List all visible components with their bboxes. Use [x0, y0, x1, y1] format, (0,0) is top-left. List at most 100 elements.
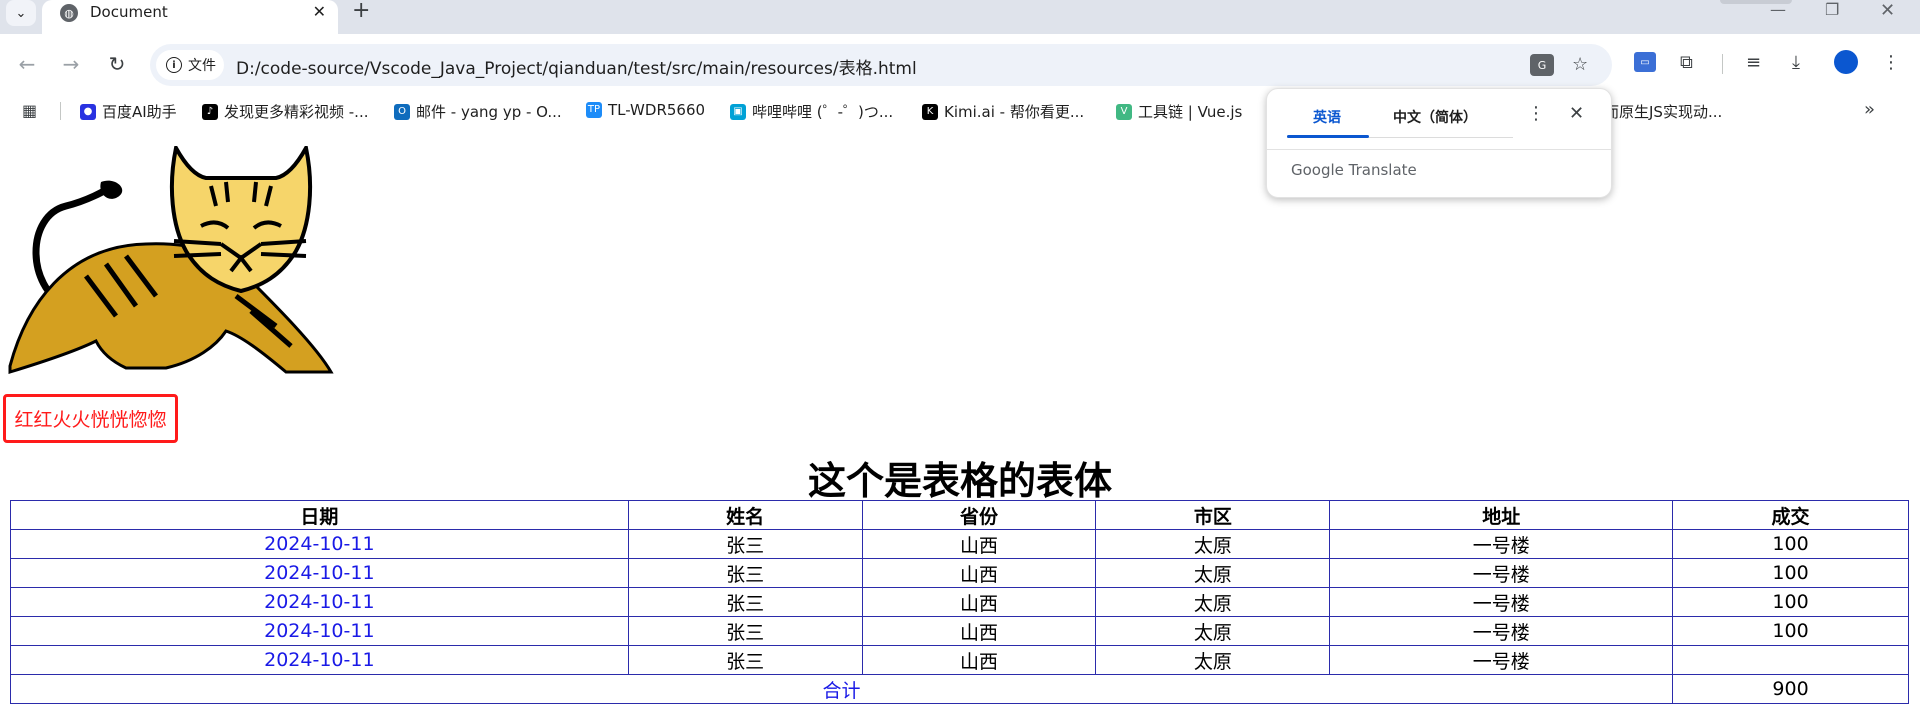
download-icon[interactable]: ⤓: [1792, 52, 1800, 73]
table-cell-name: 张三: [627, 616, 863, 646]
tp-link-icon: TP: [586, 102, 602, 118]
table-cell-province: 山西: [861, 645, 1097, 675]
tab-strip: ⌄ ◍ Document ✕ + — ❐ ✕: [0, 0, 1920, 34]
table-cell-city: 太原: [1095, 587, 1331, 617]
back-icon[interactable]: ←: [14, 52, 40, 76]
table-cell-address: 一号楼: [1329, 616, 1674, 646]
table-cell-deal: [1672, 645, 1909, 675]
column-header-province: 省份: [861, 500, 1097, 530]
bilibili-icon: ▣: [730, 103, 746, 120]
table-cell-deal: 100: [1672, 616, 1909, 646]
page-content: 红红火火恍恍惚惚 这个是表格的表体 日期 姓名 省份 市区 地址 成交 2024…: [0, 126, 1920, 717]
site-info-chip[interactable]: i 文件: [156, 50, 224, 80]
outlook-icon: O: [394, 103, 410, 120]
bookmark-label: 发现更多精彩视频 -...: [224, 103, 369, 121]
table-cell-city: 太原: [1095, 645, 1331, 675]
bookmark-label: 哔哩哔哩 (゜-゜)つ...: [752, 103, 894, 121]
close-icon[interactable]: ✕: [1569, 103, 1584, 124]
translate-tab-target[interactable]: 中文（简体）: [1393, 107, 1477, 127]
tab-title: Document: [90, 3, 168, 21]
translate-tab-indicator: [1287, 135, 1369, 138]
bookmark-baidu-ai[interactable]: ● 百度AI助手: [80, 101, 177, 122]
minimize-icon[interactable]: —: [1770, 0, 1786, 19]
restore-icon[interactable]: ❐: [1825, 0, 1839, 19]
bookmark-label: TL-WDR5660: [608, 101, 706, 119]
reload-icon[interactable]: ↻: [104, 52, 130, 76]
bookmarks-divider: [60, 102, 61, 120]
bookmark-bilibili[interactable]: ▣ 哔哩哔哩 (゜-゜)つ...: [730, 101, 893, 122]
url-text[interactable]: D:/code-source/Vscode_Java_Project/qiand…: [236, 54, 917, 79]
bookmark-tplink[interactable]: TP TL-WDR5660: [586, 101, 705, 119]
translate-tab-source[interactable]: 英语: [1313, 107, 1341, 127]
table-row: 2024-10-11 张三 山西 太原 一号楼 100: [10, 616, 1909, 646]
table-cell-date: 2024-10-11: [10, 558, 629, 588]
bookmarks-bar: ▦ ● 百度AI助手 ♪ 发现更多精彩视频 -... O 邮件 - yang yp -…: [0, 96, 1920, 126]
apps-grid-icon[interactable]: ▦: [22, 101, 37, 120]
column-header-date: 日期: [10, 500, 629, 530]
table-cell-province: 山西: [861, 558, 1097, 588]
tab-close-button[interactable]: ✕: [313, 2, 326, 21]
bookmark-vue[interactable]: V 工具链 | Vue.js: [1116, 101, 1242, 122]
table-cell-province: 山西: [861, 529, 1097, 559]
table-cell-date: 2024-10-11: [10, 529, 629, 559]
table-cell-name: 张三: [627, 645, 863, 675]
table-cell-province: 山西: [861, 587, 1097, 617]
table-cell-name: 张三: [627, 558, 863, 588]
table-row: 2024-10-11 张三 山西 太原 一号楼 100: [10, 558, 1909, 588]
extension-icon[interactable]: ▭: [1634, 52, 1656, 72]
table-row: 2024-10-11 张三 山西 太原 一号楼 100: [10, 587, 1909, 617]
column-header-address: 地址: [1329, 500, 1674, 530]
puzzle-icon[interactable]: ⧉: [1680, 52, 1693, 73]
table-cell-deal: 100: [1672, 558, 1909, 588]
table-cell-date: 2024-10-11: [10, 645, 629, 675]
table-cell-date: 2024-10-11: [10, 587, 629, 617]
window-close-icon[interactable]: ✕: [1880, 0, 1895, 21]
more-options-icon[interactable]: ⋮: [1527, 103, 1545, 124]
site-chip-label: 文件: [188, 58, 216, 74]
column-header-deal: 成交: [1672, 500, 1909, 530]
translate-popup: 英语 中文（简体） ⋮ ✕ Google Translate: [1266, 88, 1613, 198]
table-cell-address: 一号楼: [1329, 529, 1674, 559]
highlight-text: 红红火火恍恍惚惚: [14, 409, 167, 431]
table-cell-city: 太原: [1095, 558, 1331, 588]
bookmark-label: Kimi.ai - 帮你看更...: [944, 103, 1085, 121]
translate-icon[interactable]: G: [1530, 54, 1554, 76]
bookmark-kimi[interactable]: K Kimi.ai - 帮你看更...: [922, 101, 1084, 122]
address-bar[interactable]: i 文件 D:/code-source/Vscode_Java_Project/…: [150, 44, 1612, 86]
bookmark-label: 而原生JS实现动...: [1604, 103, 1723, 121]
column-header-name: 姓名: [627, 500, 863, 530]
bookmark-outlook[interactable]: O 邮件 - yang yp - O...: [394, 101, 562, 122]
bookmark-star-icon[interactable]: ☆: [1572, 54, 1588, 75]
forward-icon[interactable]: →: [58, 52, 84, 76]
info-icon: i: [166, 57, 182, 73]
table-row: 2024-10-11 张三 山西 太原 一号楼 100: [10, 529, 1909, 559]
bookmark-label: 邮件 - yang yp - O...: [416, 103, 562, 121]
table-row: 2024-10-11 张三 山西 太原 一号楼: [10, 645, 1909, 675]
bookmark-label: 百度AI助手: [102, 103, 177, 121]
table-cell-address: 一号楼: [1329, 558, 1674, 588]
table-cell-city: 太原: [1095, 529, 1331, 559]
tab-search-button[interactable]: ⌄: [6, 0, 36, 26]
kebab-menu-icon[interactable]: ⋮: [1882, 52, 1900, 73]
highlight-text-box: 红红火火恍恍惚惚: [3, 394, 178, 443]
translate-popup-separator: [1267, 149, 1613, 150]
tab-document[interactable]: ◍ Document ✕: [42, 0, 338, 34]
bookmark-js[interactable]: 而原生JS实现动...: [1604, 101, 1722, 122]
table-cell-deal: 100: [1672, 587, 1909, 617]
table-cell-province: 山西: [861, 616, 1097, 646]
vue-icon: V: [1116, 103, 1132, 120]
new-tab-button[interactable]: +: [352, 0, 370, 22]
kimi-icon: K: [922, 103, 938, 120]
profile-avatar[interactable]: [1834, 50, 1858, 74]
table-cell-address: 一号楼: [1329, 645, 1674, 675]
tiktok-icon: ♪: [202, 103, 218, 120]
toolbar-divider: [1722, 54, 1723, 74]
bookmark-douyin[interactable]: ♪ 发现更多精彩视频 -...: [202, 101, 369, 122]
table-cell-date: 2024-10-11: [10, 616, 629, 646]
data-table: 日期 姓名 省份 市区 地址 成交 2024-10-11 张三 山西 太原 一号…: [9, 500, 1909, 704]
table-cell-address: 一号楼: [1329, 587, 1674, 617]
table-cell-city: 太原: [1095, 616, 1331, 646]
table-cell-deal: 100: [1672, 529, 1909, 559]
media-control-icon[interactable]: ≡: [1746, 52, 1761, 73]
bookmarks-overflow-icon[interactable]: »: [1864, 99, 1875, 120]
